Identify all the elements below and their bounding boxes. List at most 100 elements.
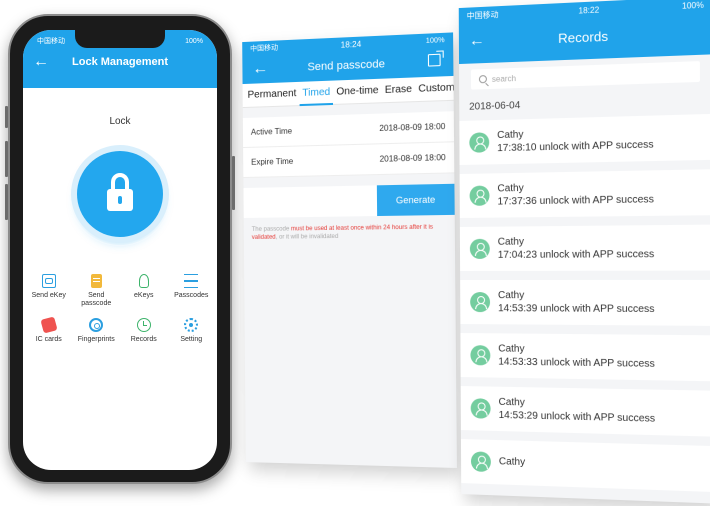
status-battery: 100% <box>185 37 203 45</box>
share-icon[interactable] <box>427 53 441 67</box>
phone-power-button <box>232 156 235 210</box>
tab-custom[interactable]: Custom <box>415 75 457 101</box>
feature-grid: Send eKey Send passcode eKeys Passcodes … <box>23 274 217 344</box>
user-avatar-icon <box>469 238 490 259</box>
search-icon <box>478 75 487 84</box>
record-detail <box>499 469 525 470</box>
phone-silent-switch <box>5 106 8 128</box>
passcode-output-field[interactable] <box>243 185 378 219</box>
lock-name-label: Lock <box>109 116 131 127</box>
status-carrier: 中国移动 <box>37 38 65 45</box>
page-title: Records <box>558 28 609 46</box>
page-title: Lock Management <box>72 56 168 68</box>
user-avatar-icon <box>470 345 491 366</box>
send-passcode-screen: 中国移动 18:24 100% ← Send passcode Permanen… <box>242 32 457 468</box>
record-detail: 17:38:10 unlock with APP success <box>497 139 654 155</box>
expire-time-label: Expire Time <box>251 156 294 167</box>
status-time: 18:22 <box>578 4 600 16</box>
list-item[interactable]: Cathy 17:04:23 unlock with APP success <box>459 224 710 272</box>
notice-prefix: The passcode <box>251 226 291 233</box>
fingerprints-icon <box>89 318 104 332</box>
record-detail: 17:37:36 unlock with APP success <box>497 194 654 208</box>
grid-label: Send passcode <box>81 292 112 307</box>
phone-volume-up <box>5 141 8 177</box>
setting-button[interactable]: Setting <box>168 318 216 344</box>
app-header: 中国移动 18:24 100% ← Send passcode <box>242 32 454 85</box>
list-item[interactable]: Cathy 14:53:33 unlock with APP success <box>460 333 710 382</box>
record-detail: 14:53:39 unlock with APP success <box>498 303 655 316</box>
record-user: Cathy <box>497 182 524 195</box>
status-carrier: 中国移动 <box>250 44 279 53</box>
user-avatar-icon <box>470 292 491 313</box>
tab-timed[interactable]: Timed <box>299 80 334 106</box>
user-avatar-icon <box>470 398 491 419</box>
grid-label: Records <box>130 336 157 343</box>
list-item[interactable]: Cathy 14:53:29 unlock with APP success <box>460 386 710 437</box>
passcodes-button[interactable]: Passcodes <box>168 274 216 308</box>
search-placeholder: search <box>491 73 516 84</box>
expire-time-row[interactable]: Expire Time 2018-08-09 18:00 <box>243 142 455 179</box>
phone-volume-down <box>5 184 8 220</box>
notice-suffix: , or it will be invalidated <box>275 233 339 241</box>
ekeys-icon <box>138 274 149 288</box>
records-button[interactable]: Records <box>120 318 168 344</box>
record-detail: 17:04:23 unlock with APP success <box>497 248 655 261</box>
grid-label: IC cards <box>35 336 62 343</box>
time-settings: Active Time 2018-08-09 18:00 Expire Time… <box>242 111 455 179</box>
send-ekey-icon <box>41 274 56 288</box>
fingerprints-button[interactable]: Fingerprints <box>73 318 121 344</box>
active-time-value: 2018-08-09 18:00 <box>379 121 446 134</box>
nav-bar: ← Lock Management <box>23 48 217 76</box>
passcodes-icon <box>184 274 199 288</box>
grid-label: Passcodes <box>174 292 209 299</box>
record-user: Cathy <box>498 343 525 355</box>
record-user: Cathy <box>497 290 525 302</box>
status-carrier: 中国移动 <box>466 9 499 21</box>
phone-frame: 中国移动 100% ← Lock Management Lock Send eK… <box>5 14 235 484</box>
page-title: Send passcode <box>307 58 386 74</box>
list-item[interactable]: Cathy 17:37:36 unlock with APP success <box>459 169 710 219</box>
user-avatar-icon <box>469 132 490 153</box>
list-item[interactable]: Cathy 17:38:10 unlock with APP success <box>459 113 710 166</box>
record-user: Cathy <box>498 396 525 409</box>
active-time-label: Active Time <box>250 126 293 137</box>
padlock-icon <box>107 173 133 213</box>
ekeys-button[interactable]: eKeys <box>120 274 168 308</box>
send-passcode-button[interactable]: Send passcode <box>73 274 121 308</box>
back-arrow-icon[interactable]: ← <box>252 58 268 81</box>
back-arrow-icon[interactable]: ← <box>33 51 49 73</box>
status-battery: 100% <box>681 0 704 11</box>
passcode-notice: The passcode must be used at least once … <box>244 215 455 242</box>
status-time: 18:24 <box>340 39 362 50</box>
grid-label: Fingerprints <box>77 336 115 343</box>
record-user: Cathy <box>498 455 526 468</box>
list-item[interactable]: Cathy <box>460 439 710 493</box>
records-icon <box>136 318 151 332</box>
app-header: 中国移动 18:22 100% ← Records <box>458 0 710 65</box>
ic-cards-icon <box>40 316 58 334</box>
back-arrow-icon[interactable]: ← <box>469 30 485 53</box>
tab-one-time[interactable]: One-time <box>333 78 382 104</box>
generate-area: Generate <box>243 183 455 219</box>
generate-button[interactable]: Generate <box>376 183 455 217</box>
user-avatar-icon <box>469 185 490 206</box>
tab-erase[interactable]: Erase <box>382 77 416 103</box>
lock-management-screen: 中国移动 100% ← Lock Management Lock Send eK… <box>23 30 217 470</box>
status-battery: 100% <box>425 36 445 45</box>
tab-permanent[interactable]: Permanent <box>245 81 300 107</box>
record-detail: 14:53:33 unlock with APP success <box>498 356 655 370</box>
grid-label: Setting <box>180 336 203 343</box>
expire-time-value: 2018-08-09 18:00 <box>379 152 446 164</box>
send-ekey-button[interactable]: Send eKey <box>25 274 73 308</box>
user-avatar-icon <box>470 451 491 473</box>
grid-label: Send eKey <box>31 292 66 299</box>
record-user: Cathy <box>497 129 524 142</box>
phone-notch <box>75 30 165 48</box>
ic-cards-button[interactable]: IC cards <box>25 316 73 344</box>
list-item[interactable]: Cathy 14:53:39 unlock with APP success <box>460 279 710 326</box>
record-detail: 14:53:29 unlock with APP success <box>498 409 656 425</box>
send-passcode-icon <box>90 274 102 288</box>
setting-icon <box>184 318 199 332</box>
unlock-button[interactable] <box>68 142 172 246</box>
records-screen: 中国移动 18:22 100% ← Records search 2018-06… <box>458 0 710 504</box>
